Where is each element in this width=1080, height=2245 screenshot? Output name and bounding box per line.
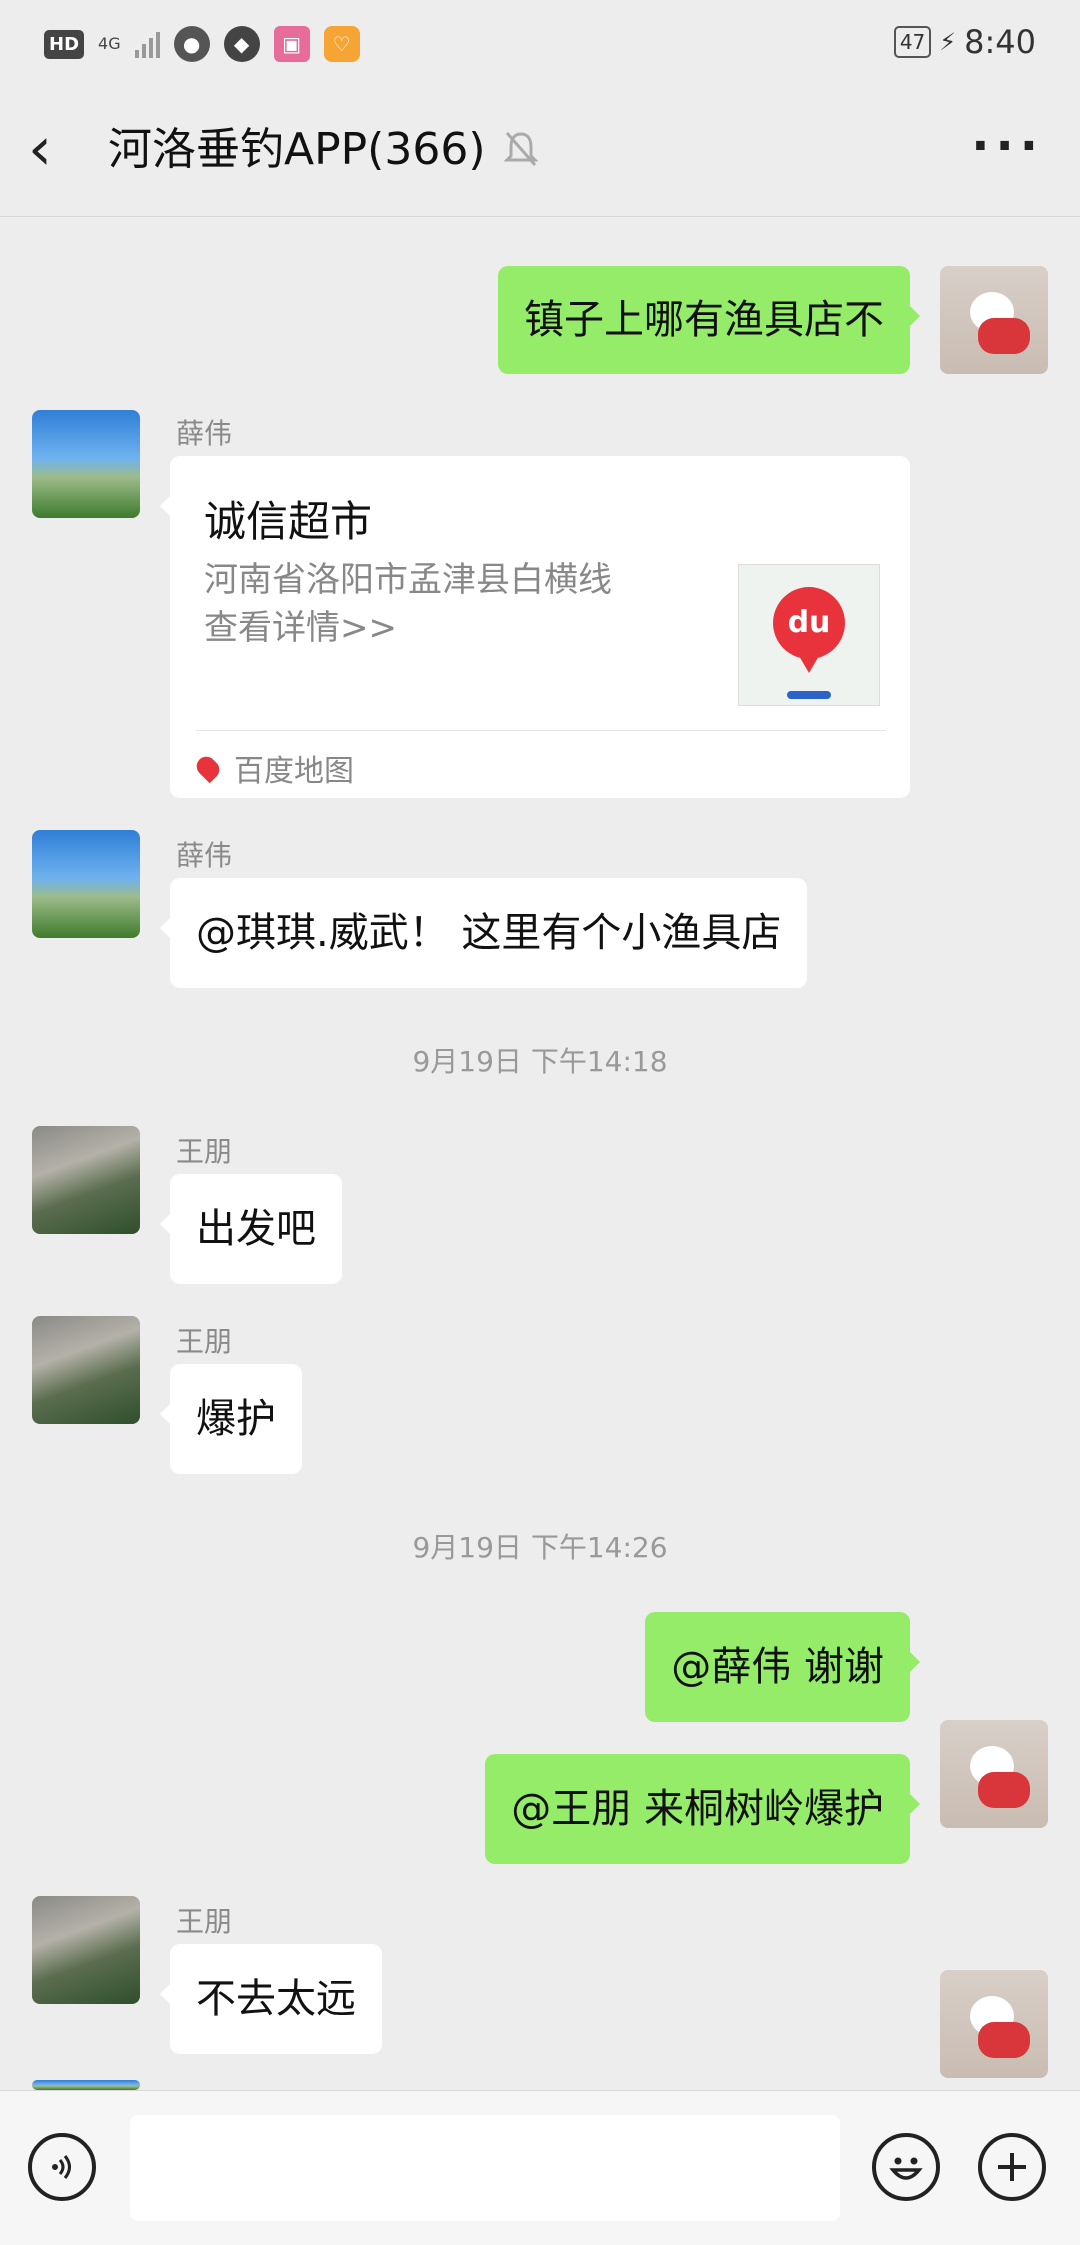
back-icon[interactable]: ‹ [28,114,88,184]
sender-name: 王朋 [176,1325,233,1358]
details-link[interactable]: 查看详情>> [204,604,612,652]
status-right: 47 ⚡ 8:40 [893,20,1036,64]
plus-icon[interactable] [978,2133,1046,2201]
sender-name: 薛伟 [176,839,233,872]
bell-off-icon [503,130,539,177]
sender-avatar[interactable] [32,410,140,518]
my-avatar[interactable] [940,1720,1048,1828]
clock: 8:40 [964,23,1036,61]
sender-avatar[interactable] [32,830,140,938]
sender-avatar[interactable] [32,1316,140,1424]
charging-icon: ⚡ [939,28,957,56]
my-avatar[interactable] [940,266,1048,374]
voice-icon[interactable] [28,2133,96,2201]
map-pin-icon [192,752,224,784]
chat-title: 河洛垂钓APP(366) [108,124,486,175]
app-notification-icon: ◆ [223,26,260,62]
message-bubble[interactable]: 爆护 [160,1364,302,1474]
timestamp: 9月19日 下午14:18 [412,1045,668,1078]
location-card[interactable]: 诚信超市 河南省洛阳市孟津县白横线 查看详情>> du 百度地图 [160,456,910,798]
sender-name: 王朋 [176,1905,233,1938]
my-avatar[interactable] [940,1970,1048,2078]
app-notification-icon-2: ♡ [323,26,360,62]
signal-icon [134,30,160,58]
location-source: 百度地图 [192,746,354,790]
message-bubble[interactable]: 出发吧 [160,1174,342,1284]
message-input[interactable] [130,2115,840,2221]
sender-avatar[interactable] [32,1126,140,1234]
chat-header: ‹ 河洛垂钓APP(366) ··· [0,84,1080,217]
timestamp: 9月19日 下午14:26 [412,1531,668,1564]
sender-avatar-partial [32,2080,140,2090]
message-bubble[interactable]: @王朋 来桐树岭爆护 [485,1754,920,1864]
message-bubble[interactable]: @琪琪.威武！ 这里有个小渔具店 [159,878,808,988]
sender-avatar[interactable] [32,1896,140,2004]
status-icons: HD 4G ● ◆ ▣ ♡ [44,24,360,64]
emoji-icon[interactable] [872,2133,940,2201]
input-bar [0,2090,1080,2245]
sender-name: 薛伟 [176,417,233,450]
status-bar: HD 4G ● ◆ ▣ ♡ 47 ⚡ 8:40 [0,0,1080,84]
wechat-notification-icon: ● [173,26,210,62]
hd-badge: HD [44,29,85,59]
location-title: 诚信超市 [204,497,373,546]
network-type: 4G [98,34,121,53]
card-divider [196,730,886,731]
shopping-notification-icon: ▣ [273,26,310,62]
battery-icon: 47 [893,26,932,58]
message-bubble[interactable]: 镇子上哪有渔具店不 [498,266,920,374]
location-address: 河南省洛阳市孟津县白横线 查看详情>> [204,556,612,652]
message-bubble[interactable]: @薛伟 谢谢 [645,1612,920,1722]
more-dots-icon[interactable]: ··· [971,118,1044,174]
map-thumbnail: du [738,564,880,706]
sender-name: 王朋 [176,1135,233,1168]
message-bubble[interactable]: 不去太远 [160,1944,382,2054]
